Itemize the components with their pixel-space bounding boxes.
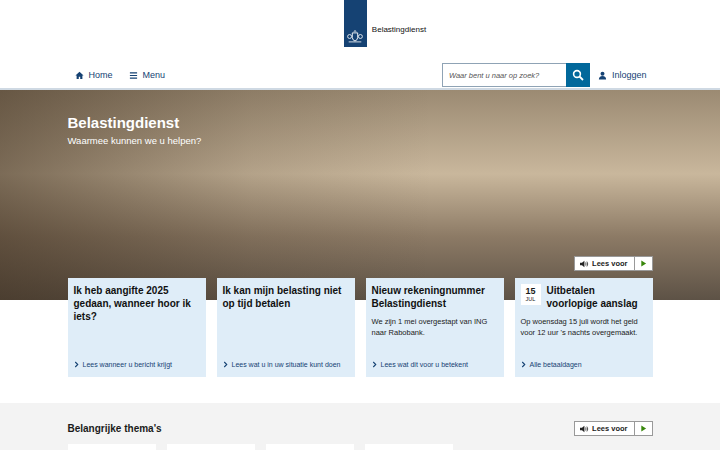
card[interactable]: Ik heb aangifte 2025 gedaan, wanneer hoo… [68,278,206,377]
card-link[interactable]: Lees wat dit voor u betekent [372,354,498,369]
chevron-icon [521,361,526,368]
chevron-icon [372,361,377,368]
play-icon [640,260,647,267]
page: Belastingdienst Home Menu Inloggen Belas… [0,0,720,450]
themes-section: Belangrijke thema's Lees voor [0,403,720,450]
card-link[interactable]: Lees wanneer u bericht krijgt [74,354,200,369]
card-title: Ik kan mijn belasting niet op tijd betal… [223,284,349,310]
search-bar [442,63,590,87]
hero: Belastingdienst Waarmee kunnen we u help… [0,90,720,300]
login-link[interactable]: Inloggen [598,70,647,80]
menu-icon [129,71,138,80]
card-body: Op woensdag 15 juli wordt het geld voor … [521,316,647,338]
theme-tile[interactable] [365,444,453,450]
card[interactable]: Nieuw rekeningnummer Belastingdienst We … [366,278,504,377]
card-body: We zijn 1 mei overgestapt van ING naar R… [372,316,498,338]
logo-block [344,0,367,47]
play-icon [640,425,647,432]
crest-icon [346,29,364,44]
speaker-icon [579,425,589,433]
card-link[interactable]: Lees wat u in uw situatie kunt doen [223,354,349,369]
card-link[interactable]: Alle betaaldagen [521,354,647,369]
card-title: Uitbetalen voorlopige aanslag [547,284,647,310]
theme-tiles [68,444,653,450]
theme-tile[interactable] [167,444,255,450]
date-badge: 15 JUL [521,284,541,305]
theme-tile[interactable] [68,444,156,450]
card[interactable]: Ik kan mijn belasting niet op tijd betal… [217,278,355,377]
logo[interactable]: Belastingdienst [344,0,426,62]
theme-tile[interactable] [266,444,354,450]
speaker-icon [579,260,589,268]
themes-read-aloud-button[interactable]: Lees voor [574,421,652,436]
hero-subtitle: Waarmee kunnen we u helpen? [68,135,653,146]
card-row: Ik heb aangifte 2025 gedaan, wanneer hoo… [68,278,653,377]
themes-title: Belangrijke thema's [68,423,162,434]
nav-bar: Home Menu Inloggen [0,62,720,90]
header: Belastingdienst [0,0,720,62]
menu-link[interactable]: Menu [129,70,166,80]
search-button[interactable] [566,63,590,87]
card-title: Nieuw rekeningnummer Belastingdienst [372,284,498,310]
home-icon [75,71,84,80]
card-title: Ik heb aangifte 2025 gedaan, wanneer hoo… [74,284,200,323]
home-link[interactable]: Home [75,70,113,80]
read-aloud-label: Lees voor [592,259,627,268]
chevron-icon [74,361,79,368]
search-input[interactable] [442,63,566,87]
hero-title: Belastingdienst [68,114,653,131]
read-aloud-label: Lees voor [592,424,627,433]
chevron-icon [223,361,228,368]
card[interactable]: 15 JUL Uitbetalen voorlopige aanslag Op … [515,278,653,377]
hero-read-aloud-button[interactable]: Lees voor [574,256,652,271]
logo-text: Belastingdienst [372,25,426,34]
user-icon [598,71,607,80]
search-icon [572,69,584,81]
